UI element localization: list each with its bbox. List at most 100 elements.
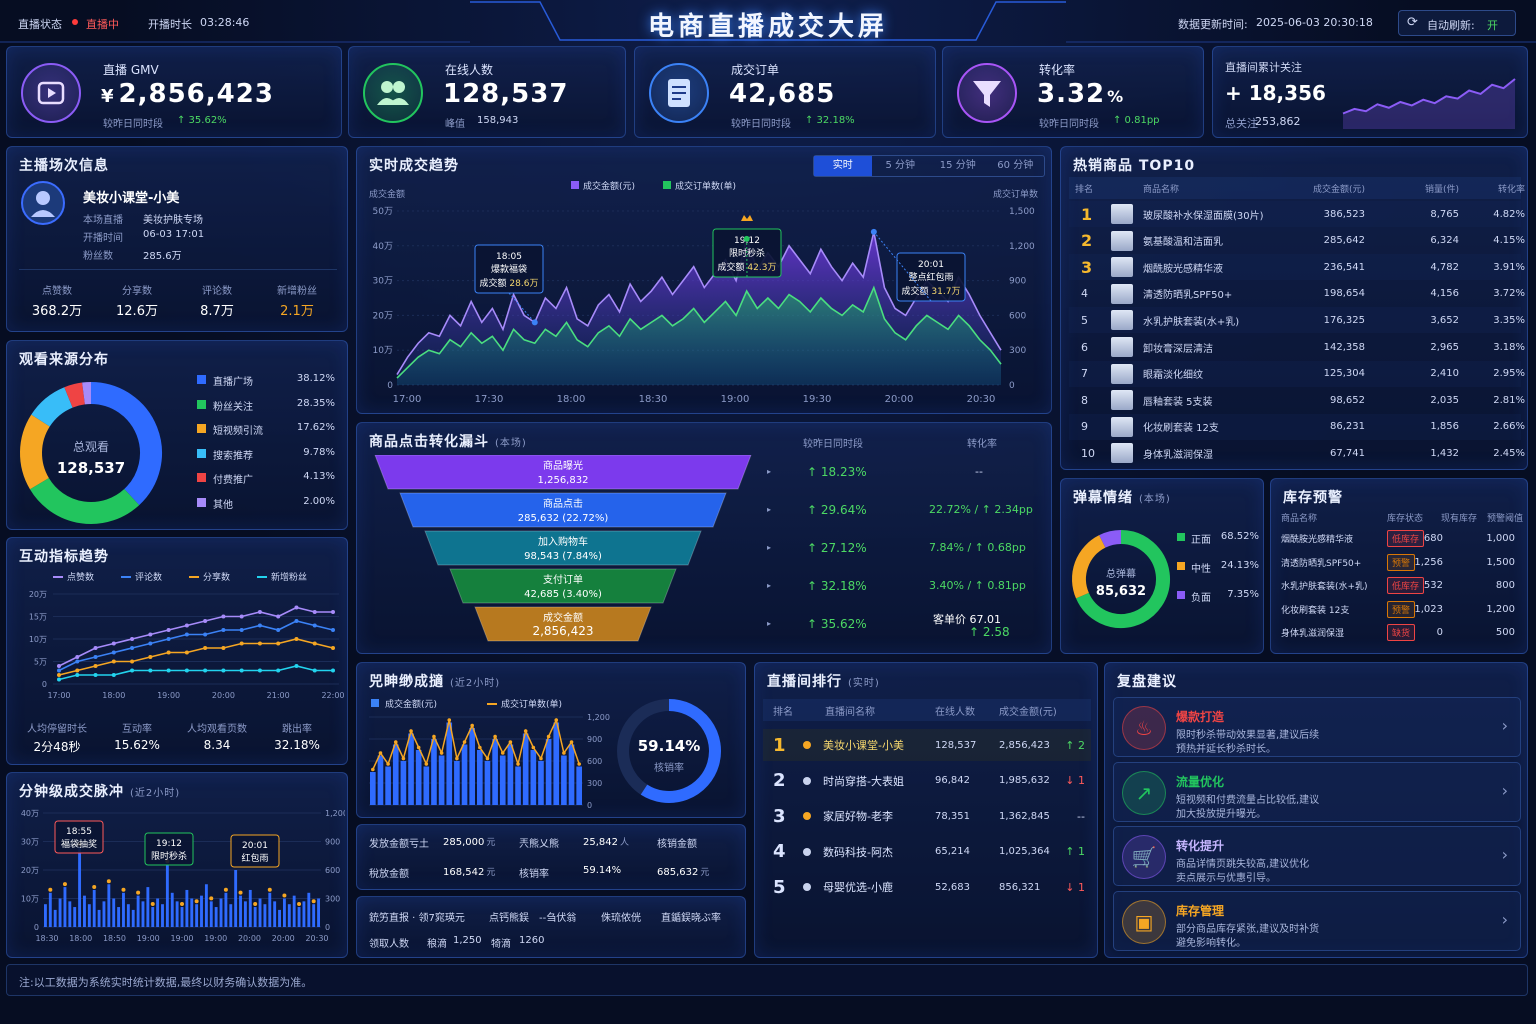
review-card-desc: 商品详情页跳失较高,建议优化 [1176, 859, 1310, 871]
table-row[interactable]: 2 时尚穿搭-大表姐 96,842 1,985,632 ↓ 1 [763, 765, 1091, 797]
table-row[interactable]: 5 母婴优选-小鹿 52,683 856,321 ↓ 1 [763, 871, 1091, 903]
interaction-legend-name: 分享数 [203, 573, 231, 583]
table-row[interactable]: 8 唇釉套装 5支装 98,652 2,035 2.81% [1069, 387, 1525, 413]
x-tick-label: 20:00 [212, 691, 235, 700]
review-card[interactable]: ♨ 爆款打造 限时秒杀带动效果显著,建议后续 预热并延长秒杀时长。 › [1113, 697, 1521, 757]
ranking-room-name: 数码科技-阿杰 [823, 845, 893, 859]
y-tick-label: 0 [42, 680, 47, 689]
source-center-value: 128,537 [57, 459, 125, 477]
coupon-point [416, 745, 421, 750]
table-row[interactable]: 5 水乳护肤套装(水+乳) 176,325 3,652 3.35% [1069, 307, 1525, 334]
top10-header-cell: 转化率 [1497, 184, 1525, 195]
coupon-grid-label: 核销金额 [657, 839, 697, 850]
table-row[interactable]: 9 化妆刷套装 12支 86,231 1,856 2.66% [1069, 413, 1525, 440]
ranking-amount: 1,362,845 [999, 810, 1050, 822]
danmu-legend-swatch [1177, 533, 1185, 541]
x-tick-label: 19:00 [721, 394, 750, 405]
x-tick-label: 17:30 [475, 394, 504, 405]
table-row[interactable]: 7 眼霜淡化细纹 125,304 2,410 2.95% [1069, 360, 1525, 387]
interaction-point [239, 614, 244, 619]
table-row[interactable]: 6 卸妆膏深层清洁 142,358 2,965 3.18% [1069, 334, 1525, 360]
ranking-header-cell: 在线人数 [935, 706, 975, 718]
coupon-point [531, 745, 536, 750]
interaction-stat-value: 8.34 [203, 738, 231, 752]
x-tick-label: 19:00 [170, 934, 193, 943]
coupon-rate-label: 核销率 [654, 763, 684, 774]
top10-cell: 2.95% [1493, 368, 1525, 380]
funnel-panel: 商品点击转化漏斗 (本场) 较昨日同时段 转化率 商品曝光 1,256,832 商品点… [356, 422, 1052, 654]
table-row[interactable]: 1 美妆小课堂-小美 128,537 2,856,423 ↑ 2 [763, 729, 1091, 761]
coupon-bar [446, 722, 453, 805]
y-tick-label: 50万 [373, 207, 393, 217]
trend-tab[interactable]: 60 分钟 [987, 156, 1045, 176]
table-row[interactable]: 4 数码科技-阿杰 65,214 1,025,364 ↑ 1 [763, 836, 1091, 868]
auto-refresh-toggle[interactable]: ⟳ 自动刷新: 开 [1398, 10, 1516, 36]
table-row[interactable]: 清透防晒乳SPF50+ 预警 1,256 1,500 [1277, 551, 1523, 574]
review-card-desc2: 预热并延长秒杀时长。 [1176, 744, 1276, 755]
y-tick-label: 10万 [29, 635, 47, 644]
review-card[interactable]: ↗ 流量优化 短视频和付费流量占比较低,建议 加大投放提升曝光。 › [1113, 761, 1521, 822]
table-row[interactable]: 化妆刷套装 12支 预警 1,023 1,200 [1277, 598, 1523, 621]
cart-icon: 🛒 [1122, 835, 1166, 880]
coupon-bar [484, 761, 491, 805]
table-row[interactable]: 水乳护肤套装(水+乳) 低库存 532 800 [1277, 574, 1523, 597]
funnel-stage-delta: ↑ 27.12% [807, 541, 867, 555]
stock-product-name: 水乳护肤套装(水+乳) [1281, 582, 1368, 593]
trend-annotation-point [531, 319, 538, 326]
ranking-room-name: 母婴优选-小鹿 [823, 881, 893, 895]
coupon-point [500, 751, 505, 755]
trend-tab[interactable]: 5 分钟 [872, 156, 930, 176]
table-row[interactable]: 烟酰胺光感精华液 低库存 680 1,000 [1277, 527, 1523, 550]
interaction-point [276, 641, 281, 646]
chevron-right-icon[interactable]: › [1502, 910, 1508, 929]
chevron-right-icon[interactable]: › [1502, 845, 1508, 864]
table-row[interactable]: 3 家居好物-老李 78,351 1,362,845 -- [763, 800, 1091, 832]
update-time-label: 数据更新时间: [1178, 18, 1248, 31]
pulse-bar [68, 901, 72, 927]
interaction-series-line [58, 665, 333, 681]
users-icon [363, 63, 423, 123]
source-legend-name: 付费推广 [213, 475, 253, 487]
coupon-bar [507, 744, 514, 805]
y2-tick-label: 600 [325, 866, 340, 875]
pulse-bar [317, 898, 320, 927]
review-card-desc2: 卖点展示与优惠引导。 [1176, 873, 1276, 885]
trend-tab[interactable]: 实时 [814, 156, 872, 176]
trend-tab[interactable]: 15 分钟 [929, 156, 987, 176]
table-row[interactable]: 10 身体乳滋润保湿 67,741 1,432 2.45% [1069, 440, 1525, 466]
interaction-stat-value: 2分48秒 [33, 740, 81, 754]
y2-tick-label: 600 [587, 757, 602, 766]
chevron-right-icon[interactable]: › [1502, 781, 1508, 800]
y2-tick-label: 1,200 [325, 809, 345, 818]
y-tick-label: 20万 [29, 590, 47, 599]
pulse-point [121, 887, 126, 892]
interaction-point [75, 668, 80, 673]
anchor-field-value: 06-03 17:01 [143, 229, 205, 240]
product-thumb-icon [1111, 337, 1133, 357]
table-row[interactable]: 1 玻尿酸补水保湿面膜(30片) 386,523 8,765 4.82% [1069, 201, 1525, 227]
review-card[interactable]: 🛒 转化提升 商品详情页跳失较高,建议优化 卖点展示与优惠引导。 › [1113, 826, 1521, 887]
anchor-name: 美妆小课堂-小美 [83, 191, 180, 206]
table-row[interactable]: 3 烟酰胺光感精华液 236,541 4,782 3.91% [1069, 254, 1525, 281]
coupon-bar-chart: 1,200 900 600 300 0 [369, 713, 610, 810]
coupon-bar [576, 766, 582, 805]
top10-cell: 2.81% [1493, 394, 1525, 406]
stock-current: 1,023 [1414, 603, 1443, 615]
stock-threshold: 1,500 [1486, 556, 1515, 568]
source-legend-pct: 2.00% [303, 496, 335, 507]
coupon-grid-value: 25,842 人 [583, 837, 630, 848]
review-card[interactable]: ▣ 库存管理 部分商品库存紧张,建议及时补货 避免影响转化。 › [1113, 890, 1521, 951]
interaction-point [148, 668, 153, 673]
table-row[interactable]: 2 氨基酸温和洁面乳 285,642 6,324 4.15% [1069, 228, 1525, 254]
pulse-bar [92, 889, 96, 927]
chevron-right-icon[interactable]: › [1502, 716, 1508, 735]
stock-status-badge: 低库存 [1387, 530, 1425, 547]
table-row[interactable]: 身体乳滋润保湿 缺货 0 500 [1277, 621, 1523, 644]
coupon-grid-label: 兲熊乂熊 [519, 839, 559, 850]
funnel-chart: 商品曝光 1,256,832 商品点击 285,632 (22.72%) 加入购物车 98… [374, 455, 752, 642]
table-row[interactable]: 4 清透防晒乳SPF50+ 198,654 4,156 3.72% [1069, 281, 1525, 307]
interaction-point [130, 668, 135, 673]
donut-segment [1099, 530, 1122, 548]
x-tick-label: 18:00 [102, 691, 125, 700]
review-card-desc2: 加大投放提升曝光。 [1176, 808, 1266, 820]
